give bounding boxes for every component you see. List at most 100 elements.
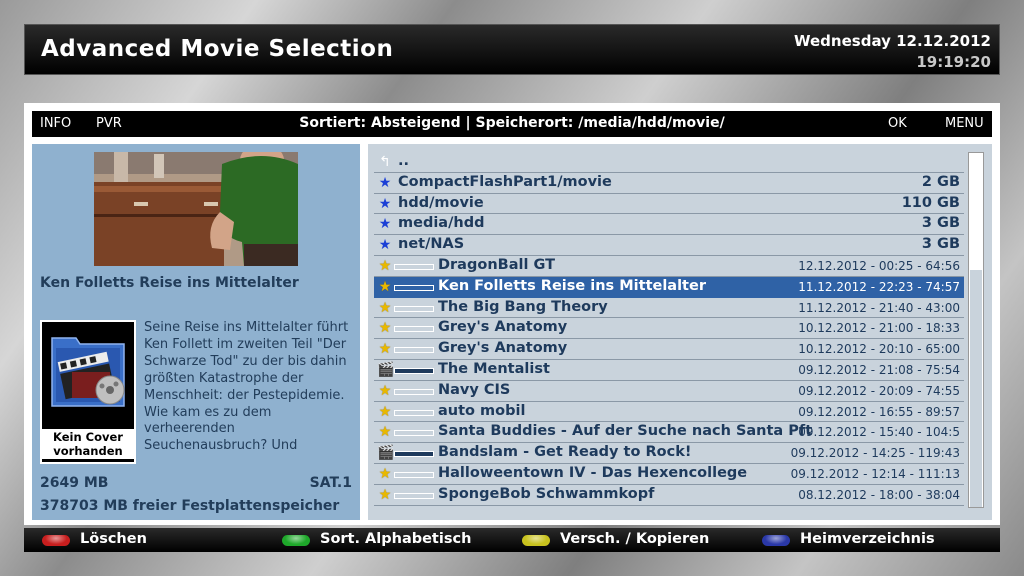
location-row[interactable]: ★ hdd/movie 110 GB (374, 194, 964, 215)
recording-date-duration: 09.12.2012 - 20:09 - 74:55 (798, 383, 960, 398)
recording-date-duration: 09.12.2012 - 21:08 - 75:54 (798, 362, 960, 377)
new-recording-star-icon: ★ (378, 257, 392, 274)
cover-placeholder: Kein Cover vorhanden (40, 320, 136, 464)
parent-folder-row[interactable]: ↰ .. (374, 152, 964, 173)
recording-title: Halloweentown IV - Das Hexencollege (438, 464, 748, 481)
watch-progress-bar (394, 492, 434, 499)
recording-row[interactable]: ★ DragonBall GT 12.12.2012 - 00:25 - 64:56 (374, 256, 964, 277)
new-recording-star-icon: ★ (378, 320, 392, 337)
recording-title: Santa Buddies - Auf der Suche nach Santa… (438, 423, 813, 440)
watch-progress-bar (394, 471, 434, 478)
new-recording-star-icon: ★ (378, 299, 392, 316)
move-copy-button[interactable]: Versch. / Kopieren (560, 531, 709, 547)
movie-thumbnail (94, 152, 298, 266)
recording-row[interactable]: ★ The Big Bang Theory 11.12.2012 - 21:40 -… (374, 298, 964, 319)
cover-placeholder-label: Kein Cover vorhanden (42, 429, 134, 459)
new-recording-star-icon: ★ (378, 465, 392, 482)
new-recording-star-icon: ★ (378, 341, 392, 358)
free-disk-space: 378703 MB freier Festplattenspeicher (40, 498, 340, 514)
location-size: 110 GB (901, 194, 960, 211)
recording-row[interactable]: ★ Grey's Anatomy 10.12.2012 - 21:00 - 18:3… (374, 318, 964, 340)
watch-progress-bar (394, 284, 434, 291)
home-directory-button[interactable]: Heimverzeichnis (800, 531, 935, 547)
selected-recording-row[interactable]: ★ Ken Folletts Reise ins Mittelalter 11.12… (374, 276, 964, 298)
recording-row[interactable]: 🎬 The Mentalist 09.12.2012 - 21:08 - 75:54 (374, 360, 964, 381)
parent-folder-label: .. (398, 153, 410, 169)
parent-folder-arrow-icon: ↰ (379, 154, 391, 170)
new-recording-star-icon: ★ (378, 403, 392, 420)
clapperboard-icon: 🎬 (377, 361, 395, 378)
recording-date-duration: 11.12.2012 - 21:40 - 43:00 (798, 300, 960, 315)
recording-title: SpongeBob Schwammkopf (438, 485, 655, 502)
movie-list-panel: ↰ .. ★ CompactFlashPart1/movie 2 GB ★ hdd/mo… (368, 144, 992, 520)
recording-row[interactable]: ★ Navy CIS 09.12.2012 - 20:09 - 74:55 (374, 381, 964, 402)
location-name: hdd/movie (398, 194, 484, 211)
recording-row[interactable]: ★ auto mobil 09.12.2012 - 16:55 - 89:57 (374, 402, 964, 423)
new-recording-star-icon: ★ (378, 486, 392, 503)
watch-progress-bar (394, 347, 434, 354)
film-folder-icon (46, 326, 130, 412)
recording-row[interactable]: ★ Santa Buddies - Auf der Suche nach Sant… (374, 422, 964, 444)
location-star-icon: ★ (378, 174, 392, 191)
color-button-bar: Löschen Sort. Alphabetisch Versch. / Kop… (24, 528, 1000, 552)
recording-row[interactable]: ★ Halloweentown IV - Das Hexencollege 09.1… (374, 464, 964, 485)
page-title: Advanced Movie Selection (41, 36, 394, 62)
watch-progress-bar (394, 388, 434, 395)
list-scrollbar[interactable] (968, 152, 984, 508)
sort-alphabetical-button[interactable]: Sort. Alphabetisch (320, 531, 471, 547)
recording-row[interactable]: ★ SpongeBob Schwammkopf 08.12.2012 - 18:00… (374, 485, 964, 506)
recording-title: Ken Folletts Reise ins Mittelalter (438, 277, 706, 294)
recording-title: Navy CIS (438, 381, 511, 398)
recording-date-duration: 12.12.2012 - 00:25 - 64:56 (798, 258, 960, 273)
recording-title: Grey's Anatomy (438, 319, 568, 336)
recording-title: Bandslam - Get Ready to Rock! (438, 444, 692, 461)
date-display: Wednesday 12.12.2012 (794, 32, 991, 50)
watch-progress-bar (394, 451, 434, 458)
watch-progress-bar (394, 326, 434, 333)
recording-date-duration: 10.12.2012 - 21:00 - 18:33 (798, 321, 960, 336)
delete-button[interactable]: Löschen (80, 531, 147, 547)
recording-title: auto mobil (438, 402, 526, 419)
recording-date-duration: 11.12.2012 - 22:23 - 74:57 (798, 279, 960, 294)
recording-date-duration: 10.12.2012 - 20:10 - 65:00 (798, 342, 960, 357)
watch-progress-bar (394, 367, 434, 374)
location-row[interactable]: ★ CompactFlashPart1/movie 2 GB (374, 173, 964, 194)
watch-progress-bar (394, 430, 434, 437)
location-size: 2 GB (921, 173, 960, 190)
movie-list: ↰ .. ★ CompactFlashPart1/movie 2 GB ★ hdd/mo… (374, 152, 964, 506)
scrollbar-thumb[interactable] (970, 269, 982, 507)
location-star-icon: ★ (378, 237, 392, 254)
recording-title: DragonBall GT (438, 256, 555, 273)
main-panel: INFO PVR Sortiert: Absteigend | Speicher… (24, 103, 1000, 525)
recording-row[interactable]: ★ Grey's Anatomy 10.12.2012 - 20:10 - 65:0… (374, 339, 964, 360)
location-row[interactable]: ★ net/NAS 3 GB (374, 235, 964, 256)
movie-size: 2649 MB (40, 475, 109, 491)
green-button-icon (282, 535, 310, 546)
recording-row[interactable]: 🎬 Bandslam - Get Ready to Rock! 09.12.2012… (374, 443, 964, 464)
recording-title: Grey's Anatomy (438, 340, 568, 357)
location-size: 3 GB (921, 236, 960, 253)
clapperboard-icon: 🎬 (377, 445, 395, 462)
time-display: 19:19:20 (916, 53, 991, 71)
watch-progress-bar (394, 263, 434, 270)
new-recording-star-icon: ★ (378, 382, 392, 399)
sort-location-info: Sortiert: Absteigend | Speicherort: /med… (299, 115, 725, 131)
recording-date-duration: 09.12.2012 - 14:25 - 119:43 (790, 446, 960, 461)
watch-progress-bar (394, 409, 434, 416)
location-size: 3 GB (921, 215, 960, 232)
movie-channel: SAT.1 (309, 475, 352, 491)
location-star-icon: ★ (378, 195, 392, 212)
blue-button-icon (762, 535, 790, 546)
recording-title: The Mentalist (438, 360, 550, 377)
ok-key[interactable]: OK (888, 116, 907, 131)
movie-info-panel: Ken Folletts Reise ins Mittelalter Kein … (32, 144, 360, 520)
title-bar: Advanced Movie Selection Wednesday 12.12… (24, 24, 1000, 75)
menu-key[interactable]: MENU (945, 116, 984, 131)
recording-date-duration: 09.12.2012 - 12:14 - 111:13 (790, 466, 960, 481)
new-recording-star-icon: ★ (378, 278, 392, 295)
new-recording-star-icon: ★ (378, 424, 392, 441)
location-row[interactable]: ★ media/hdd 3 GB (374, 214, 964, 236)
red-button-icon (42, 535, 70, 546)
location-name: CompactFlashPart1/movie (398, 173, 612, 190)
location-name: media/hdd (398, 215, 485, 232)
